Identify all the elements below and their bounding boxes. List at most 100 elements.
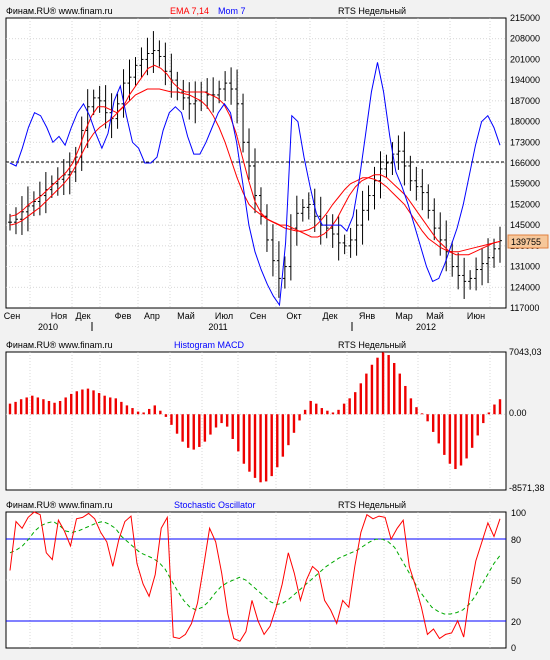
macd-panel: Финам.RU® www.finam.ru Histogram MACD RT… [5,340,545,493]
x-month-label: Ноя [51,311,68,321]
chart-svg: Финам.RU® www.finam.ru EMA 7,14 Mom 7 RT… [0,0,550,660]
stoch-ytick-100: 100 [511,508,526,518]
macd-histogram-bar [381,352,385,415]
macd-histogram-bar [348,398,351,415]
price-ytick-label: 159000 [510,179,540,189]
macd-histogram-bar [454,414,457,470]
macd-histogram-bar [359,383,362,415]
price-source-label: Финам.RU® www.finam.ru [6,6,113,16]
mom-indicator-label: Mom 7 [218,6,246,16]
x-month-label: Апр [144,311,160,321]
macd-histogram-bar [365,373,368,415]
macd-histogram-bar [120,401,123,415]
macd-histogram-bar [175,414,179,434]
macd-histogram-bar [198,414,201,447]
price-ytick-label: 201000 [510,54,540,64]
price-ytick-label: 152000 [510,199,540,209]
macd-histogram-bar [8,403,12,415]
macd-histogram-bar [170,414,173,425]
macd-histogram-bar [281,414,285,457]
macd-histogram-bar [498,399,502,415]
macd-histogram-bar [125,405,129,415]
stoch-source-label: Финам.RU® www.finam.ru [6,500,113,510]
macd-histogram-bar [292,414,296,433]
price-panel-title: RTS Недельный [338,6,406,16]
macd-histogram-bar [264,414,268,482]
macd-histogram-bar [309,400,312,415]
macd-histogram-bar [443,414,446,455]
price-ytick-label: 187000 [510,96,540,106]
macd-histogram-bar [153,405,156,415]
x-month-label: Дек [75,311,90,321]
macd-histogram-bar [214,414,218,428]
x-month-label: Дек [322,311,337,321]
macd-histogram-bar [109,397,112,415]
macd-histogram-bar [31,395,34,415]
stoch-ytick-0: 0 [511,643,516,653]
macd-histogram-bar [487,412,491,415]
macd-histogram-bar [75,391,79,415]
macd-ytick-zero: 0.00 [509,408,527,418]
macd-histogram-bar [203,414,207,442]
stoch-panel-title: RTS Недельный [338,500,406,510]
x-month-label: Окт [286,311,301,321]
price-panel: Финам.RU® www.finam.ru EMA 7,14 Mom 7 RT… [4,6,549,332]
macd-ytick-max: 7043,03 [509,347,542,357]
macd-histogram-bar [393,362,396,415]
price-ytick-label: 145000 [510,220,540,230]
macd-indicator-label: Histogram MACD [174,340,245,350]
macd-histogram-bar [326,410,329,415]
macd-histogram-bar [409,398,413,415]
macd-panel-title: RTS Недельный [338,340,406,350]
macd-histogram-bar [231,414,234,439]
macd-histogram-bar [437,414,440,444]
macd-histogram-bar [81,389,84,415]
macd-histogram-bar [114,398,117,415]
x-month-label: Май [177,311,195,321]
macd-histogram-bar [398,373,401,415]
macd-histogram-bar [136,411,140,415]
macd-histogram-bar [376,357,379,415]
macd-histogram-bar [64,397,67,415]
macd-histogram-bar [181,414,184,442]
macd-histogram-bar [164,414,168,417]
stoch-ytick-50: 50 [511,576,521,586]
macd-histogram-bar [131,408,134,415]
stoch-indicator-label: Stochastic Oscillator [174,500,256,510]
macd-histogram-bar [465,414,468,459]
macd-histogram-bar [387,355,390,415]
macd-histogram-bar [420,413,424,415]
x-month-label: Июн [467,311,485,321]
macd-histogram-bar [14,401,17,415]
macd-histogram-bar [97,393,101,415]
x-month-label: Май [426,311,444,321]
macd-histogram-bar [331,412,335,415]
macd-histogram-bar [270,414,273,477]
stoch-ytick-20: 20 [511,617,521,627]
macd-ytick-min: -8571,38 [509,483,545,493]
macd-histogram-bar [103,395,106,415]
macd-histogram-bar [426,414,429,422]
price-ytick-label: 208000 [510,34,540,44]
price-ytick-label: 166000 [510,158,540,168]
x-year-label: 2011 [208,322,227,332]
macd-histogram-bar [337,409,340,415]
macd-histogram-bar [70,393,73,415]
macd-histogram-bar [259,414,262,483]
ema-indicator-label: EMA 7,14 [170,6,209,16]
macd-histogram-bar [415,407,418,415]
price-y-axis: 215000 208000 201000 194000 187000 180000 1730… [510,13,540,313]
macd-histogram-bar [370,364,374,415]
price-ytick-label: 117000 [510,303,539,313]
macd-histogram-bar [459,414,463,466]
macd-histogram-bar [225,414,229,427]
macd-histogram-bar [142,412,145,415]
macd-histogram-bar [86,388,90,415]
x-month-label: Мар [395,311,413,321]
price-ytick-label: 215000 [510,13,540,23]
macd-histogram-bar [482,414,485,424]
price-ytick-label: 173000 [510,137,540,147]
macd-histogram-bar [242,414,246,464]
last-price-value: 139755 [511,237,541,247]
last-price-label: 139755 [507,234,549,249]
